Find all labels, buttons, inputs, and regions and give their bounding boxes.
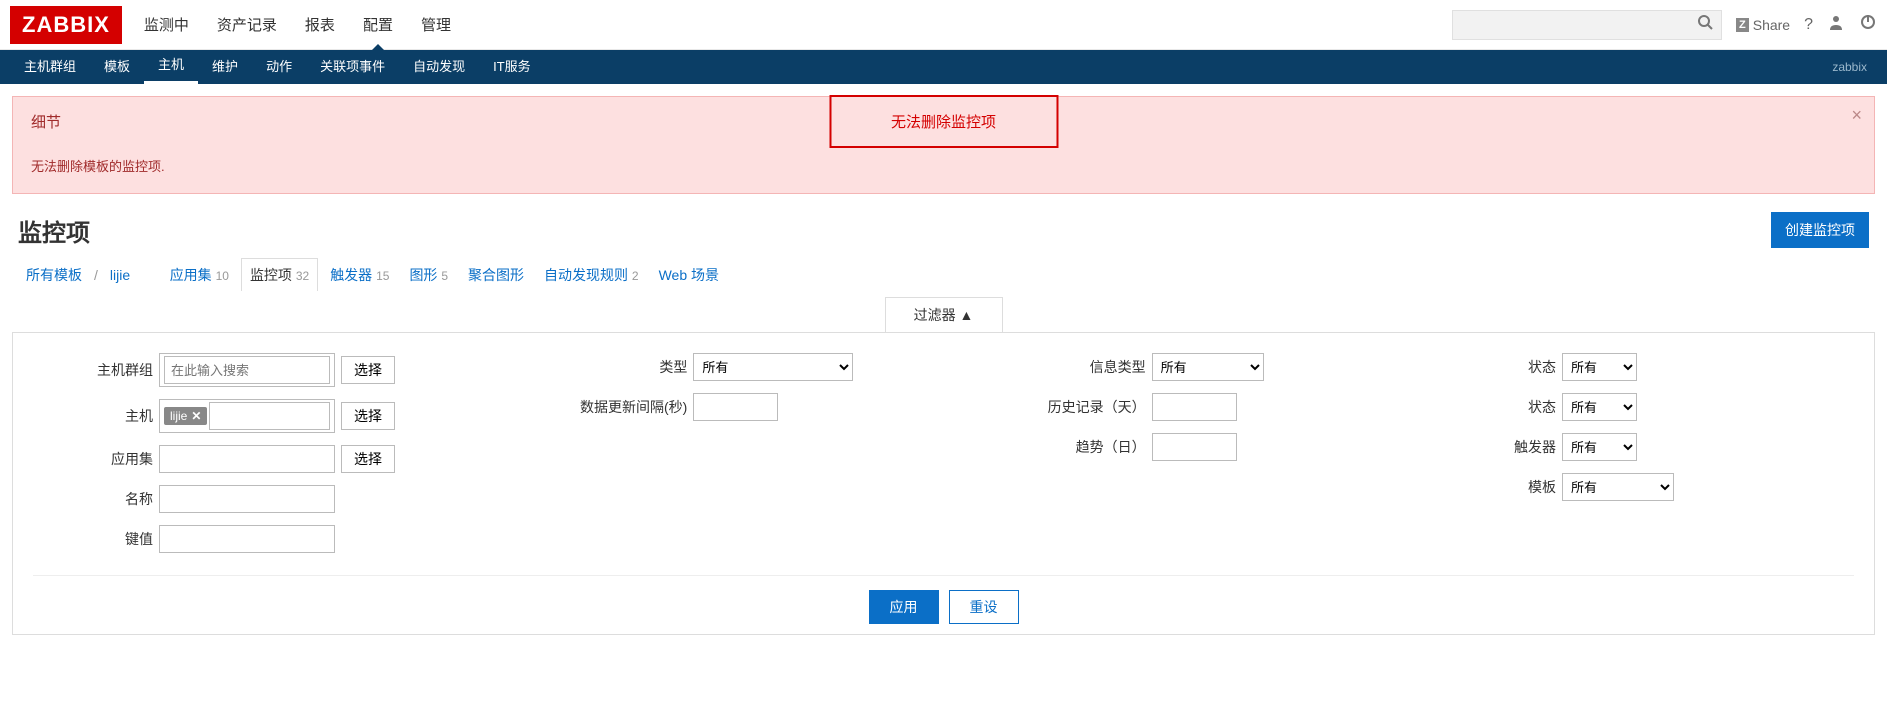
history-input[interactable] [1152,393,1237,421]
share-button[interactable]: Z Share [1736,17,1790,33]
host-input[interactable] [209,402,330,430]
subnav-itservices[interactable]: IT服务 [479,50,545,84]
trigger-select[interactable]: 所有 [1562,433,1637,461]
subnav-templates[interactable]: 模板 [90,50,144,84]
label-hostgroup: 主机群组 [33,360,153,380]
tab-discovery[interactable]: 自动发现规则 2 [536,259,647,291]
alert-message: 无法删除模板的监控项. [31,156,1856,175]
page-header: 监控项 创建监控项 [0,194,1887,258]
label-interval: 数据更新间隔(秒) [567,397,687,417]
label-state: 状态 [1436,397,1556,417]
global-search-input[interactable] [1461,17,1697,32]
nav-inventory[interactable]: 资产记录 [217,0,277,49]
label-host: 主机 [33,406,153,426]
alert-box: 无法删除监控项 细节 无法删除模板的监控项. × [12,96,1875,194]
label-trend: 趋势（日） [1026,437,1146,457]
template-select[interactable]: 所有 [1562,473,1674,501]
help-icon[interactable]: ? [1804,16,1813,34]
subnav-hostgroups[interactable]: 主机群组 [10,50,90,84]
status-select[interactable]: 所有 [1562,353,1637,381]
host-input-wrap[interactable]: lijie✕ [159,399,335,433]
interval-input[interactable] [693,393,778,421]
remove-tag-icon[interactable]: ✕ [191,409,201,423]
label-type: 类型 [567,357,687,377]
subnav-actions[interactable]: 动作 [252,50,306,84]
subnav-right-label: zabbix [1832,60,1877,74]
apply-button[interactable]: 应用 [869,590,939,624]
label-template: 模板 [1436,477,1556,497]
user-icon[interactable] [1827,13,1845,36]
logo[interactable]: ZABBIX [10,6,122,44]
label-key: 键值 [33,529,153,549]
nav-reports[interactable]: 报表 [305,0,335,49]
application-input[interactable] [159,445,335,473]
tab-applications[interactable]: 应用集 10 [162,259,237,291]
trend-input[interactable] [1152,433,1237,461]
application-select-button[interactable]: 选择 [341,445,395,473]
tab-web[interactable]: Web 场景 [651,259,727,291]
label-application: 应用集 [33,449,153,469]
host-tag: lijie✕ [164,407,207,425]
page-title: 监控项 [18,213,90,248]
state-select[interactable]: 所有 [1562,393,1637,421]
reset-button[interactable]: 重设 [949,590,1019,624]
name-input[interactable] [159,485,335,513]
subnav-discovery[interactable]: 自动发现 [399,50,479,84]
key-input[interactable] [159,525,335,553]
hostgroup-select-button[interactable]: 选择 [341,356,395,384]
nav-configuration[interactable]: 配置 [363,0,393,49]
alert-banner: 无法删除监控项 [829,95,1058,148]
nav-monitoring[interactable]: 监测中 [144,0,189,49]
filter-wrap: 过滤器 ▲ 主机群组 选择 主机 lijie✕ 选择 [12,297,1875,635]
search-icon[interactable] [1697,14,1713,35]
global-search[interactable] [1452,10,1722,40]
breadcrumb-tabs: 所有模板 / lijie 应用集 10 监控项 32 触发器 15 图形 5 聚… [0,258,1887,297]
hostgroup-input-wrap[interactable] [159,353,335,387]
hostgroup-input[interactable] [164,356,330,384]
tab-triggers[interactable]: 触发器 15 [322,259,397,291]
tab-graphs[interactable]: 图形 5 [401,259,456,291]
subnav-hosts[interactable]: 主机 [144,50,198,84]
separator-icon: / [94,267,98,283]
top-nav: 监测中 资产记录 报表 配置 管理 [144,0,451,49]
label-history: 历史记录（天） [1026,397,1146,417]
filter-actions: 应用 重设 [33,575,1854,624]
infotype-select[interactable]: 所有 [1152,353,1264,381]
label-infotype: 信息类型 [1026,357,1146,377]
subnav-maintenance[interactable]: 维护 [198,50,252,84]
label-status: 状态 [1436,357,1556,377]
host-select-button[interactable]: 选择 [341,402,395,430]
label-name: 名称 [33,489,153,509]
type-select[interactable]: 所有 [693,353,853,381]
z-icon: Z [1736,18,1749,32]
close-icon[interactable]: × [1851,105,1862,126]
create-item-button[interactable]: 创建监控项 [1771,212,1869,248]
power-icon[interactable] [1859,13,1877,36]
filter-toggle[interactable]: 过滤器 ▲ [885,297,1003,332]
tab-screens[interactable]: 聚合图形 [460,259,532,291]
label-trigger: 触发器 [1436,437,1556,457]
filter-body: 主机群组 选择 主机 lijie✕ 选择 应用集 [12,332,1875,635]
tab-items[interactable]: 监控项 32 [241,258,318,291]
nav-admin[interactable]: 管理 [421,0,451,49]
sub-nav: 主机群组 模板 主机 维护 动作 关联项事件 自动发现 IT服务 zabbix [0,50,1887,84]
subnav-correlation[interactable]: 关联项事件 [306,50,399,84]
bc-host[interactable]: lijie [102,261,138,289]
top-bar: ZABBIX 监测中 资产记录 报表 配置 管理 Z Share ? [0,0,1887,50]
bc-all-templates[interactable]: 所有模板 [18,259,90,291]
